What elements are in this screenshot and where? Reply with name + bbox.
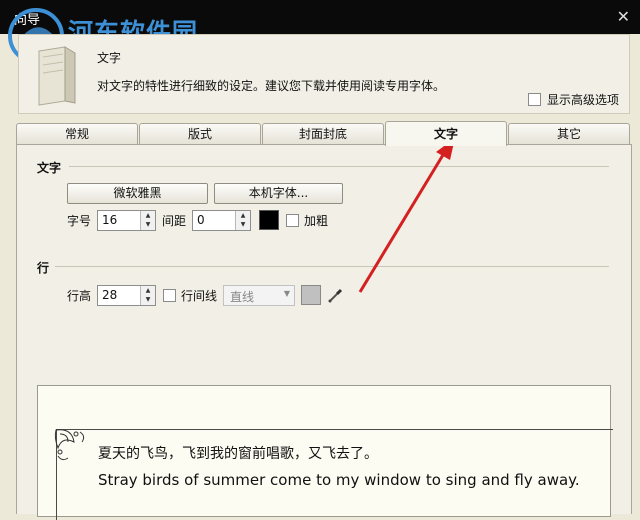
line-height-label: 行高: [67, 289, 92, 303]
eyedropper-icon[interactable]: [327, 286, 345, 304]
local-font-button[interactable]: 本机字体...: [214, 183, 343, 204]
text-color-swatch[interactable]: [259, 210, 279, 230]
spacing-label: 间距: [162, 214, 187, 228]
book-icon: [38, 46, 76, 106]
spin-up-icon[interactable]: ▲: [141, 211, 155, 220]
tab-text[interactable]: 文字: [385, 121, 507, 146]
font-size-value: 16: [102, 213, 118, 227]
spin-down-icon[interactable]: ▼: [236, 220, 250, 229]
header-description: 对文字的特性进行细致的设定。建议您下载并使用阅读专用字体。: [97, 79, 446, 93]
line-section-heading: 行: [37, 261, 50, 275]
text-settings-panel: 文字 微软雅黑 本机字体... 字号 16 ▲ ▼ 间距 0 ▲ ▼ 加粗 行 …: [16, 144, 632, 520]
tab-bar: 常规 版式 封面封底 文字 其它: [16, 121, 630, 146]
spin-up-icon[interactable]: ▲: [236, 211, 250, 220]
line-height-arrows[interactable]: ▲ ▼: [140, 286, 155, 305]
line-color-swatch[interactable]: [301, 285, 321, 305]
line-section-divider: [55, 266, 609, 267]
font-size-label: 字号: [67, 214, 92, 228]
ornament-corner-icon: [54, 429, 85, 461]
preview-english-text: Stray birds of summer come to my window …: [98, 471, 580, 489]
line-separator-toggle[interactable]: 行间线: [163, 287, 217, 304]
line-style-value: 直线: [230, 290, 255, 304]
spin-up-icon[interactable]: ▲: [141, 286, 155, 295]
bold-checkbox[interactable]: [286, 214, 299, 227]
window-title: 向导: [14, 13, 41, 28]
header-title: 文字: [97, 51, 122, 65]
tab-other[interactable]: 其它: [508, 123, 630, 144]
line-separator-label: 行间线: [181, 289, 218, 303]
tab-cover[interactable]: 封面封底: [262, 123, 384, 144]
tab-general[interactable]: 常规: [16, 123, 138, 144]
advanced-options-checkbox[interactable]: [527, 93, 541, 106]
font-size-arrows[interactable]: ▲ ▼: [140, 211, 155, 230]
line-height-stepper[interactable]: 28 ▲ ▼: [97, 285, 156, 306]
bold-toggle[interactable]: 加粗: [286, 212, 328, 229]
font-size-stepper[interactable]: 16 ▲ ▼: [97, 210, 156, 231]
spacing-value: 0: [197, 213, 205, 227]
tab-layout[interactable]: 版式: [139, 123, 261, 144]
line-height-value: 28: [102, 288, 118, 302]
text-section-divider: [69, 166, 609, 167]
title-bar: 向导 ✕: [0, 0, 640, 34]
font-select-button[interactable]: 微软雅黑: [67, 183, 208, 204]
chevron-down-icon: ▼: [283, 289, 290, 298]
spin-down-icon[interactable]: ▼: [141, 295, 155, 304]
advanced-options-label: 显示高级选项: [546, 93, 619, 107]
bold-label: 加粗: [304, 214, 329, 228]
advanced-options-toggle[interactable]: 显示高级选项: [527, 91, 619, 108]
spin-down-icon[interactable]: ▼: [141, 220, 155, 229]
line-style-select[interactable]: 直线 ▼: [223, 285, 295, 306]
preview-chinese-text: 夏天的飞鸟，飞到我的窗前唱歌，又飞去了。: [98, 446, 378, 462]
text-preview: 夏天的飞鸟，飞到我的窗前唱歌，又飞去了。 Stray birds of summ…: [37, 385, 613, 520]
close-icon[interactable]: ✕: [617, 7, 630, 26]
wizard-header: 文字 对文字的特性进行细致的设定。建议您下载并使用阅读专用字体。 显示高级选项: [18, 34, 630, 114]
line-separator-checkbox[interactable]: [163, 289, 176, 302]
text-section-heading: 文字: [37, 161, 62, 175]
spacing-stepper[interactable]: 0 ▲ ▼: [192, 210, 251, 231]
spacing-arrows[interactable]: ▲ ▼: [235, 211, 250, 230]
